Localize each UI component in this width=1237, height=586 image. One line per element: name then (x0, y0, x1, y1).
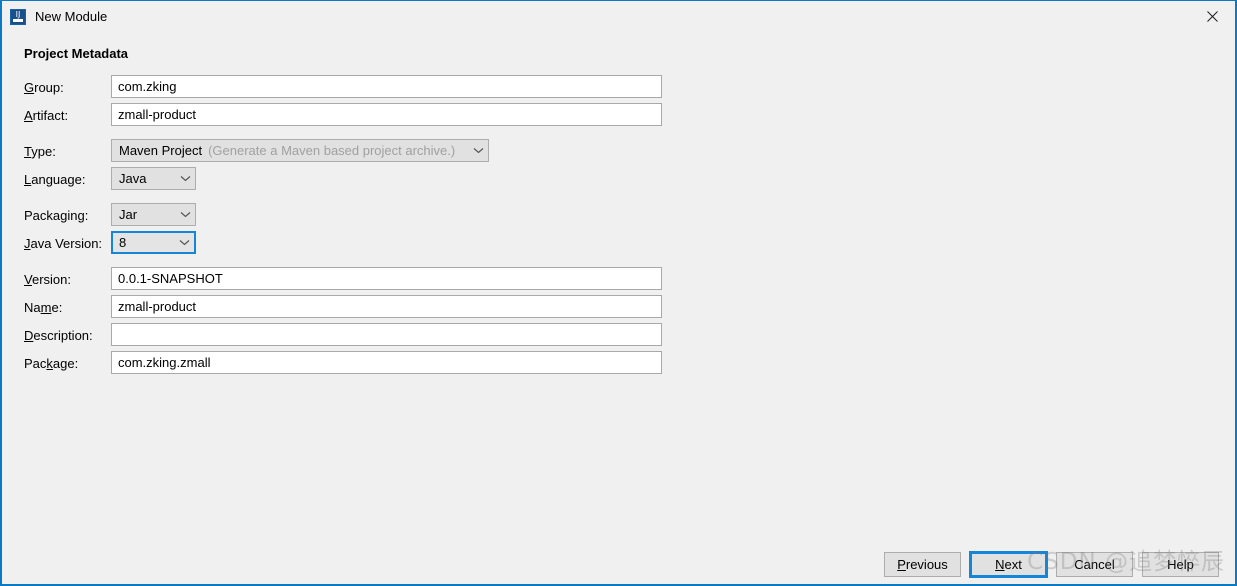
next-button[interactable]: Next (969, 551, 1048, 578)
label-java-version: Java Version: (24, 236, 103, 251)
label-name: Name: (24, 300, 63, 315)
packaging-combobox[interactable]: Jar (111, 203, 196, 226)
label-artifact: Artifact: (24, 108, 69, 123)
chevron-down-icon (463, 147, 484, 154)
cancel-button-label: Cancel (1074, 557, 1115, 572)
form-row-packaging: Packaging: Jar (24, 203, 704, 231)
help-button-label: Help (1167, 557, 1194, 572)
project-metadata-form: Group: Artifact: Type: Maven Project (Ge… (24, 75, 704, 379)
control-description (111, 323, 662, 346)
control-name (111, 295, 662, 318)
form-row-artifact: Artifact: (24, 103, 704, 131)
control-version (111, 267, 662, 290)
label-type: Type: (24, 144, 56, 159)
control-language: Java (111, 167, 196, 190)
control-group (111, 75, 662, 98)
chevron-down-icon (170, 211, 191, 218)
type-combobox[interactable]: Maven Project (Generate a Maven based pr… (111, 139, 489, 162)
type-hint: (Generate a Maven based project archive.… (208, 143, 456, 158)
previous-button[interactable]: Previous (884, 552, 961, 577)
chevron-down-icon (169, 239, 190, 246)
label-language: Language: (24, 172, 86, 187)
control-artifact (111, 103, 662, 126)
intellij-idea-icon: IJ (10, 8, 26, 25)
form-row-group: Group: (24, 75, 704, 103)
form-row-name: Name: (24, 295, 704, 323)
java-version-combobox[interactable]: 8 (111, 231, 196, 254)
help-button[interactable]: Help (1142, 552, 1219, 577)
control-packaging: Jar (111, 203, 196, 226)
packaging-value: Jar (119, 207, 138, 222)
group-input[interactable] (111, 75, 662, 98)
description-input[interactable] (111, 323, 662, 346)
java-version-value: 8 (119, 235, 127, 250)
language-value: Java (119, 171, 147, 186)
language-combobox[interactable]: Java (111, 167, 196, 190)
artifact-input[interactable] (111, 103, 662, 126)
dialog-button-bar: Previous Next Cancel Help (875, 551, 1219, 578)
form-row-package: Package: (24, 351, 704, 379)
type-value: Maven Project (119, 143, 203, 158)
control-java-version: 8 (111, 231, 196, 254)
version-input[interactable] (111, 267, 662, 290)
control-package (111, 351, 662, 374)
close-icon[interactable] (1189, 1, 1235, 31)
window-title: New Module (35, 8, 108, 24)
form-row-language: Language: Java (24, 167, 704, 195)
control-type: Maven Project (Generate a Maven based pr… (111, 139, 489, 162)
page-title: Project Metadata (24, 46, 129, 61)
label-description: Description: (24, 328, 93, 343)
cancel-button[interactable]: Cancel (1056, 552, 1133, 577)
new-module-dialog: IJ New Module Project Metadata Group: Ar… (0, 0, 1237, 586)
label-package: Package: (24, 356, 79, 371)
form-row-type: Type: Maven Project (Generate a Maven ba… (24, 139, 704, 167)
next-button-label: Next (995, 557, 1022, 572)
title-bar: IJ New Module (2, 1, 1235, 32)
form-row-java-version: Java Version: 8 (24, 231, 704, 259)
package-input[interactable] (111, 351, 662, 374)
label-packaging: Packaging: (24, 208, 89, 223)
chevron-down-icon (170, 175, 191, 182)
form-row-description: Description: (24, 323, 704, 351)
label-group: Group: (24, 80, 64, 95)
module-name-input[interactable] (111, 295, 662, 318)
label-version: Version: (24, 272, 71, 287)
app-icon-bar (13, 18, 23, 22)
form-row-version: Version: (24, 267, 704, 295)
previous-button-label: Previous (897, 557, 948, 572)
